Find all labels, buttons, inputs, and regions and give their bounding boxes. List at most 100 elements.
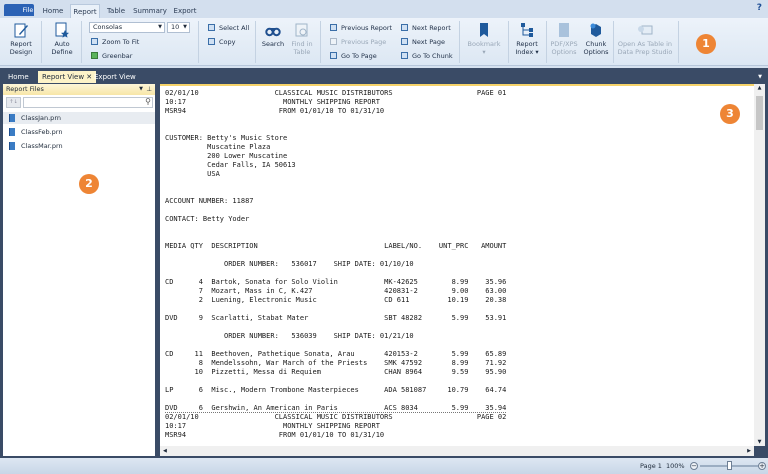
item-row: 2 Luening, Electronic Music CD 611 10.19…	[165, 296, 507, 304]
customer-line: Cedar Falls, IA 50613	[165, 161, 296, 169]
scroll-right-icon[interactable]: ▶	[747, 446, 751, 456]
tab-table[interactable]: Table	[103, 4, 129, 18]
report-header-line: MSR94 FROM 01/01/10 TO 01/31/10	[165, 431, 385, 439]
previous-page-button[interactable]: Previous Page	[330, 37, 386, 47]
file-search-input[interactable]	[23, 97, 153, 108]
report-line	[165, 341, 506, 350]
contact-line: CONTACT: Betty Yoder	[165, 215, 250, 223]
vertical-scrollbar[interactable]: ▲ ▼	[754, 84, 765, 446]
file-search-row: ↑↓ ⚲	[3, 97, 155, 108]
copy-button[interactable]: Copy	[208, 37, 236, 47]
pdf-document-icon	[559, 23, 569, 37]
file-item[interactable]: ClassJan.prn	[3, 112, 155, 124]
document-star-icon	[55, 22, 69, 38]
report-line	[165, 233, 506, 242]
select-all-button[interactable]: Select All	[208, 23, 249, 33]
greenbar-button[interactable]: Greenbar	[91, 51, 132, 61]
auto-define-button[interactable]: Auto Define	[47, 22, 77, 56]
report-line	[165, 179, 506, 188]
next-report-icon	[401, 24, 408, 31]
item-row: 8 Mendelssohn, War March of the Priests …	[165, 359, 507, 367]
pin-icon[interactable]: ⊥	[146, 84, 152, 95]
page-indicator: Page 1	[640, 462, 662, 470]
report-header-line: 02/01/10 CLASSICAL MUSIC DISTRIBUTORS PA…	[165, 413, 507, 421]
report-index-button[interactable]: Report Index ▾	[512, 22, 542, 56]
chevron-down-icon: ▾	[482, 47, 486, 56]
pdf-xps-options-button[interactable]: PDF/XPS Options	[549, 22, 579, 56]
scroll-down-icon[interactable]: ▼	[754, 439, 765, 445]
report-design-button[interactable]: Report Design	[6, 22, 36, 56]
item-row: 7 Mozart, Mass in C, K.427 420831-2 9.00…	[165, 287, 507, 295]
scrollbar-thumb[interactable]	[756, 96, 763, 130]
zoom-slider[interactable]	[700, 461, 758, 470]
tab-export[interactable]: Export	[171, 4, 199, 18]
horizontal-scrollbar[interactable]: ◀ ▶	[160, 446, 754, 456]
panel-title: Report Files	[6, 85, 44, 93]
item-row: LP 6 Misc., Modern Trombone Masterpieces…	[165, 386, 507, 394]
account-line: ACCOUNT NUMBER: 11887	[165, 197, 254, 205]
doc-tab-home[interactable]: Home	[4, 71, 33, 83]
scroll-left-icon[interactable]: ◀	[163, 446, 167, 456]
doc-tab-export-view[interactable]: Export View	[90, 71, 140, 83]
doc-tab-report-view[interactable]: Report View ✕	[38, 71, 97, 83]
callout-badge-3: 3	[720, 104, 740, 124]
report-files-panel: Report Files ▼ ⊥ ↑↓ ⚲ ClassJan.prn Class…	[3, 84, 155, 456]
file-item[interactable]: ClassMar.prn	[3, 140, 155, 152]
item-row: CD 11 Beethoven, Pathetique Sonata, Arau…	[165, 350, 507, 358]
sort-button[interactable]: ↑↓	[6, 97, 21, 108]
panel-header: Report Files ▼ ⊥	[3, 84, 155, 95]
tab-list-chevron-icon[interactable]: ▼	[754, 71, 766, 83]
zoom-out-icon[interactable]: −	[690, 462, 698, 470]
item-row: CD 4 Bartok, Sonata for Solo Violin MK-4…	[165, 278, 507, 286]
status-bar: Page 1 100% − +	[0, 458, 768, 474]
tab-file[interactable]: File	[4, 4, 34, 16]
report-line	[165, 377, 506, 386]
greenbar-icon	[91, 52, 98, 59]
search-button[interactable]: Search	[261, 22, 285, 49]
zoom-in-icon[interactable]: +	[758, 462, 766, 470]
previous-report-button[interactable]: Previous Report	[330, 23, 392, 33]
help-icon[interactable]: ?	[757, 3, 762, 13]
copy-icon	[208, 38, 215, 45]
report-line	[165, 323, 506, 332]
font-size-dropdown[interactable]: 10 ▼	[167, 22, 190, 33]
go-to-page-button[interactable]: Go To Page	[330, 51, 377, 61]
pencil-document-icon	[14, 23, 28, 38]
customer-line: Muscatine Plaza	[165, 143, 271, 151]
next-page-button[interactable]: Next Page	[401, 37, 445, 47]
file-item[interactable]: ClassFeb.prn	[3, 126, 155, 138]
find-in-table-button[interactable]: Find in Table	[290, 22, 314, 56]
report-header-line: 10:17 MONTHLY SHIPPING REPORT	[165, 422, 380, 430]
report-line	[165, 206, 506, 215]
report-line	[165, 125, 506, 134]
tab-report[interactable]: Report	[70, 4, 100, 18]
next-report-button[interactable]: Next Report	[401, 23, 451, 33]
item-row: 10 Pizzetti, Messa di Requiem CHAN 8964 …	[165, 368, 507, 376]
zoom-slider-thumb[interactable]	[726, 461, 732, 470]
report-line	[165, 188, 506, 197]
scroll-up-icon[interactable]: ▲	[754, 85, 765, 91]
tab-summary[interactable]: Summary	[133, 4, 167, 18]
zoom-level: 100%	[666, 462, 685, 470]
bookmark-button[interactable]: Bookmark ▾	[466, 22, 502, 56]
order-line: ORDER NUMBER: 536039 SHIP DATE: 01/21/10	[165, 332, 414, 340]
binoculars-icon	[265, 27, 281, 37]
report-line	[165, 269, 506, 278]
open-as-table-button[interactable]: Open As Table in Data Prep Studio	[617, 22, 673, 56]
tree-index-icon	[521, 23, 533, 37]
chunk-cube-icon	[590, 23, 601, 37]
dropdown-icon[interactable]: ▼	[139, 84, 143, 95]
file-icon	[9, 142, 15, 150]
chevron-down-icon: ▼	[158, 24, 162, 30]
font-name-dropdown[interactable]: Consolas ▼	[89, 22, 165, 33]
chevron-down-icon: ▼	[183, 24, 187, 30]
customer-line: 200 Lower Muscatine	[165, 152, 288, 160]
callout-badge-1: 1	[696, 34, 716, 54]
previous-report-icon	[330, 24, 337, 31]
report-header-line: 10:17 MONTHLY SHIPPING REPORT	[165, 98, 380, 106]
zoom-to-fit-button[interactable]: Zoom To Fit	[91, 37, 139, 47]
chunk-options-button[interactable]: Chunk Options	[582, 22, 610, 56]
report-line	[165, 395, 506, 404]
go-to-chunk-button[interactable]: Go To Chunk	[401, 51, 453, 61]
tab-home[interactable]: Home	[38, 4, 68, 18]
